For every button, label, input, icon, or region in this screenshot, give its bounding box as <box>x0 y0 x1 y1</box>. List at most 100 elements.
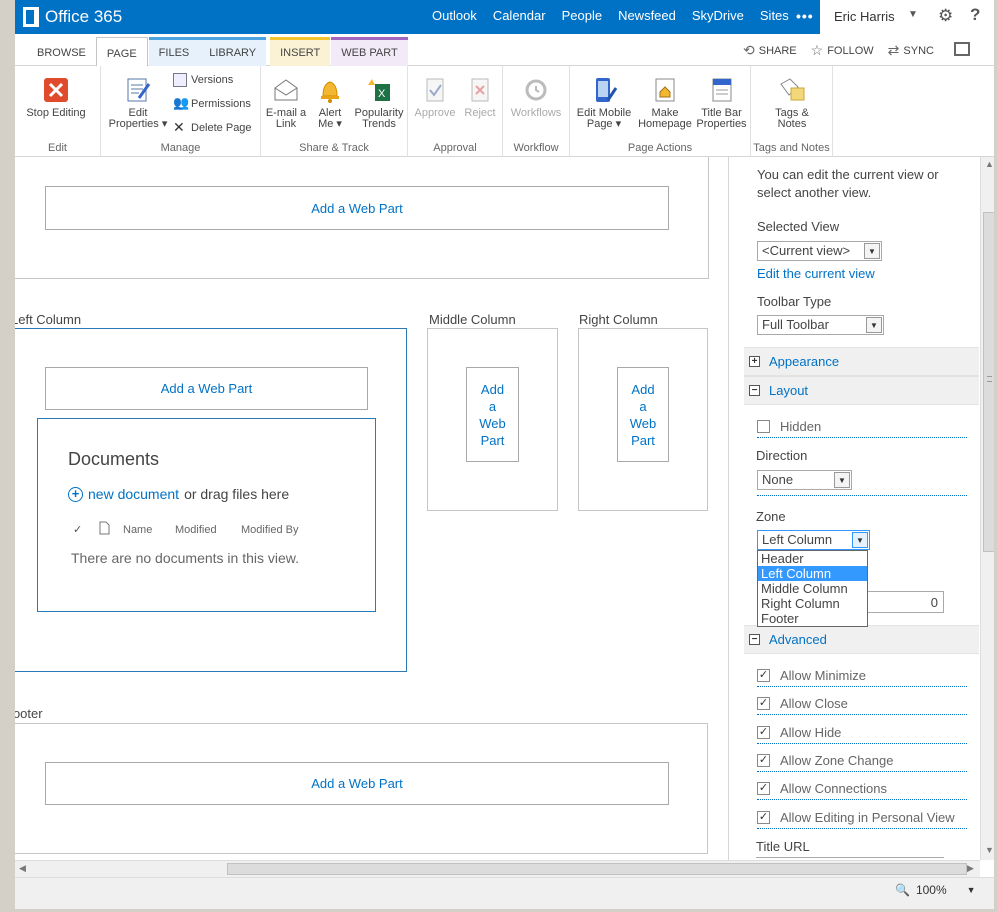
nav-outlook[interactable]: Outlook <box>424 0 485 34</box>
workflows-label: Workflows <box>510 107 562 119</box>
allow-hide-checkbox[interactable]: ✓ <box>757 726 770 739</box>
documents-title[interactable]: Documents <box>68 449 159 470</box>
allow-editing-personal-checkbox[interactable]: ✓ <box>757 811 770 824</box>
nav-skydrive[interactable]: SkyDrive <box>684 0 752 34</box>
zone-index-input[interactable]: 0 <box>859 591 944 613</box>
office365-logo[interactable]: Office 365 <box>23 7 122 27</box>
appearance-label[interactable]: Appearance <box>769 354 839 369</box>
stop-editing-button[interactable]: Stop Editing <box>20 76 92 119</box>
allow-zone-change-row: ✓ Allow Zone Change <box>757 750 967 772</box>
add-web-part-right[interactable]: Add a Web Part <box>617 367 669 462</box>
zone-option-middle-column[interactable]: Middle Column <box>758 581 867 596</box>
chevron-down-icon[interactable]: ▼ <box>834 472 850 488</box>
tab-library[interactable]: LIBRARY <box>199 37 267 66</box>
zoom-dropdown-icon[interactable]: ▼ <box>967 885 976 895</box>
hidden-checkbox[interactable] <box>757 420 770 433</box>
nav-sites[interactable]: Sites <box>751 0 797 34</box>
zone-option-right-column[interactable]: Right Column <box>758 596 867 611</box>
edit-mobile-page-button[interactable]: Edit Mobile Page ▾ <box>573 76 635 130</box>
column-modified[interactable]: Modified <box>175 524 241 536</box>
middle-column-label: Middle Column <box>429 312 516 327</box>
zone-option-footer[interactable]: Footer <box>758 611 867 626</box>
permissions-button[interactable]: 👥 Permissions <box>173 96 251 111</box>
tab-page[interactable]: PAGE <box>95 37 148 67</box>
make-homepage-button[interactable]: Make Homepage <box>637 76 693 130</box>
zone-select[interactable]: Left Column ▼ <box>757 530 870 550</box>
allow-zone-change-checkbox[interactable]: ✓ <box>757 754 770 767</box>
popularity-label-2: Trends <box>362 118 396 130</box>
layout-label[interactable]: Layout <box>769 383 808 398</box>
chevron-down-icon[interactable]: ▼ <box>866 317 882 333</box>
reject-button[interactable]: Reject <box>460 76 500 119</box>
column-name[interactable]: Name <box>123 524 175 536</box>
allow-minimize-checkbox[interactable]: ✓ <box>757 669 770 682</box>
zone-option-left-column[interactable]: Left Column <box>758 566 867 581</box>
focus-content-icon[interactable] <box>954 42 970 56</box>
allow-connections-checkbox[interactable]: ✓ <box>757 782 770 795</box>
email-link-button[interactable]: E-mail a Link <box>263 76 309 130</box>
alert-me-button[interactable]: Alert Me ▾ <box>311 76 349 130</box>
zoom-control[interactable]: 🔍 100% ▼ <box>895 883 976 897</box>
versions-icon <box>173 73 187 87</box>
nav-people[interactable]: People <box>554 0 610 34</box>
page-vertical-scrollbar[interactable]: ▲ ▼ <box>980 157 994 860</box>
toolbar-type-select[interactable]: Full Toolbar ▼ <box>757 315 884 335</box>
collapse-icon[interactable]: − <box>749 385 760 396</box>
advanced-label[interactable]: Advanced <box>769 632 827 647</box>
add-web-part-header[interactable]: Add a Web Part <box>45 186 669 230</box>
scroll-right-icon[interactable]: ▶ <box>967 863 974 874</box>
edit-properties-button[interactable]: Edit Properties ▾ <box>105 76 171 130</box>
browser-window: Office 365 Outlook Calendar People Newsf… <box>0 0 997 912</box>
layout-section-header[interactable]: − Layout <box>744 376 979 405</box>
follow-button[interactable]: ☆ FOLLOW <box>811 42 874 59</box>
collapse-icon[interactable]: − <box>749 634 760 645</box>
sync-button[interactable]: ⇄ SYNC <box>888 42 934 59</box>
column-modified-by[interactable]: Modified By <box>241 524 298 536</box>
chevron-down-icon[interactable]: ▼ <box>864 243 880 259</box>
nav-calendar[interactable]: Calendar <box>485 0 554 34</box>
alert-label-2: Me <box>318 118 334 130</box>
tab-insert[interactable]: INSERT <box>270 37 331 66</box>
selected-view-select[interactable]: <Current view> ▼ <box>757 241 882 261</box>
nav-newsfeed[interactable]: Newsfeed <box>610 0 684 34</box>
popularity-trends-button[interactable]: X Popularity Trends <box>351 76 407 130</box>
group-manage-label: Manage <box>160 142 201 154</box>
zone-option-header[interactable]: Header <box>758 551 867 566</box>
add-icon[interactable]: + <box>68 486 83 502</box>
expand-icon[interactable]: + <box>749 356 760 367</box>
add-web-part-middle[interactable]: Add a Web Part <box>466 367 519 462</box>
horizontal-scroll-thumb[interactable] <box>227 863 967 875</box>
edit-current-view-link[interactable]: Edit the current view <box>757 266 875 281</box>
tab-browse[interactable]: BROWSE <box>27 37 96 66</box>
allow-close-checkbox[interactable]: ✓ <box>757 697 770 710</box>
user-name[interactable]: Eric Harris <box>834 9 895 24</box>
approve-button[interactable]: Approve <box>413 76 457 119</box>
versions-button[interactable]: Versions <box>173 73 233 87</box>
check-icon[interactable]: ✓ <box>73 523 99 536</box>
tab-web-part[interactable]: WEB PART <box>331 37 408 66</box>
vertical-scroll-thumb[interactable] <box>983 212 994 552</box>
title-bar-properties-button[interactable]: Title Bar Properties <box>694 76 749 130</box>
new-document-link[interactable]: new document <box>88 486 179 502</box>
appearance-section-header[interactable]: + Appearance <box>744 347 979 376</box>
more-icon[interactable]: ••• <box>796 8 814 24</box>
add-web-part-footer[interactable]: Add a Web Part <box>45 762 669 805</box>
scroll-left-icon[interactable]: ◀ <box>19 863 26 874</box>
horizontal-scrollbar[interactable]: ◀ ▶ <box>15 860 980 877</box>
help-icon[interactable]: ? <box>970 5 980 25</box>
tags-notes-button[interactable]: Tags & Notes <box>763 76 821 130</box>
chevron-down-icon[interactable]: ▼ <box>852 532 868 548</box>
scroll-down-icon[interactable]: ▼ <box>985 845 994 855</box>
user-menu-caret-icon[interactable]: ▼ <box>908 9 918 20</box>
workflows-button[interactable]: Workflows <box>508 76 564 119</box>
documents-web-part[interactable] <box>37 418 376 612</box>
direction-select[interactable]: None ▼ <box>757 470 852 490</box>
delete-page-button[interactable]: ✕ Delete Page <box>173 120 252 135</box>
gear-icon[interactable]: ⚙ <box>938 6 953 26</box>
add-web-part-left[interactable]: Add a Web Part <box>45 367 368 410</box>
tab-files[interactable]: FILES <box>148 37 200 66</box>
svg-text:X: X <box>378 88 386 100</box>
advanced-section-header[interactable]: − Advanced <box>744 625 979 654</box>
share-button[interactable]: ⟲ SHARE <box>743 42 797 59</box>
scroll-up-icon[interactable]: ▲ <box>985 159 994 169</box>
